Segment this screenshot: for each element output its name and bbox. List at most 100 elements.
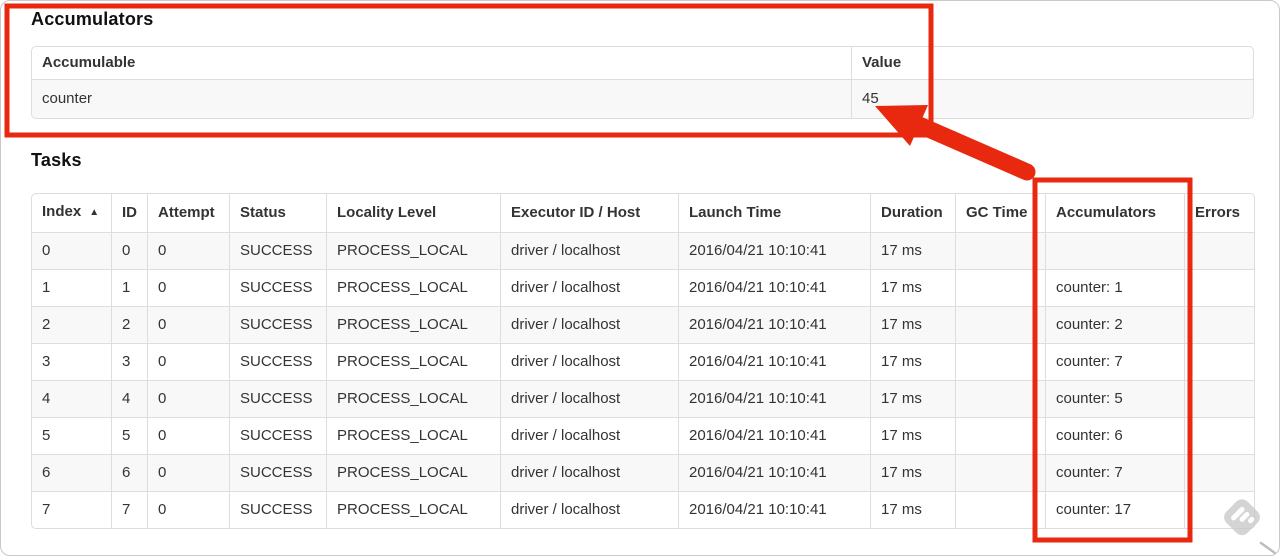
locality-cell: PROCESS_LOCAL bbox=[326, 417, 500, 454]
locality-cell: PROCESS_LOCAL bbox=[326, 306, 500, 343]
column-header-index-label: Index bbox=[42, 203, 82, 220]
duration-cell: 17 ms bbox=[870, 343, 955, 380]
accumulators-cell: counter: 17 bbox=[1045, 491, 1184, 528]
gc-time-cell bbox=[955, 380, 1045, 417]
accumulators-cell: counter: 7 bbox=[1045, 343, 1184, 380]
task-row: 6 6 0 SUCCESS PROCESS_LOCAL driver / loc… bbox=[32, 454, 1254, 491]
column-header-duration[interactable]: Duration bbox=[870, 194, 955, 232]
launch-time-cell: 2016/04/21 10:10:41 bbox=[678, 306, 870, 343]
task-row: 3 3 0 SUCCESS PROCESS_LOCAL driver / loc… bbox=[32, 343, 1254, 380]
attempt-cell: 0 bbox=[147, 306, 229, 343]
errors-cell bbox=[1184, 343, 1254, 380]
index-cell: 0 bbox=[32, 232, 111, 269]
spark-ui-stage-screenshot: Accumulators Accumulable Value counter 4… bbox=[0, 0, 1280, 556]
status-cell: SUCCESS bbox=[229, 417, 326, 454]
task-row: 4 4 0 SUCCESS PROCESS_LOCAL driver / loc… bbox=[32, 380, 1254, 417]
column-header-accumulators[interactable]: Accumulators bbox=[1045, 194, 1184, 232]
index-cell: 5 bbox=[32, 417, 111, 454]
launch-time-cell: 2016/04/21 10:10:41 bbox=[678, 232, 870, 269]
launch-time-cell: 2016/04/21 10:10:41 bbox=[678, 269, 870, 306]
column-header-value[interactable]: Value bbox=[851, 47, 1253, 79]
accumulable-name-cell: counter bbox=[32, 79, 851, 118]
locality-cell: PROCESS_LOCAL bbox=[326, 232, 500, 269]
accumulable-value-cell: 45 bbox=[851, 79, 1253, 118]
locality-cell: PROCESS_LOCAL bbox=[326, 269, 500, 306]
locality-cell: PROCESS_LOCAL bbox=[326, 454, 500, 491]
column-header-status[interactable]: Status bbox=[229, 194, 326, 232]
attempt-cell: 0 bbox=[147, 380, 229, 417]
status-cell: SUCCESS bbox=[229, 232, 326, 269]
tasks-header-row: Index ▲ ID Attempt Status Locality Level … bbox=[32, 194, 1254, 232]
accumulators-cell: counter: 1 bbox=[1045, 269, 1184, 306]
attempt-cell: 0 bbox=[147, 454, 229, 491]
index-cell: 6 bbox=[32, 454, 111, 491]
launch-time-cell: 2016/04/21 10:10:41 bbox=[678, 343, 870, 380]
duration-cell: 17 ms bbox=[870, 491, 955, 528]
task-row: 2 2 0 SUCCESS PROCESS_LOCAL driver / loc… bbox=[32, 306, 1254, 343]
index-cell: 7 bbox=[32, 491, 111, 528]
status-cell: SUCCESS bbox=[229, 491, 326, 528]
accumulators-table: Accumulable Value counter 45 bbox=[31, 46, 1254, 119]
duration-cell: 17 ms bbox=[870, 269, 955, 306]
locality-cell: PROCESS_LOCAL bbox=[326, 380, 500, 417]
locality-cell: PROCESS_LOCAL bbox=[326, 491, 500, 528]
duration-cell: 17 ms bbox=[870, 232, 955, 269]
duration-cell: 17 ms bbox=[870, 454, 955, 491]
status-cell: SUCCESS bbox=[229, 454, 326, 491]
column-header-errors[interactable]: Errors bbox=[1184, 194, 1254, 232]
executor-cell: driver / localhost bbox=[500, 491, 678, 528]
column-header-attempt[interactable]: Attempt bbox=[147, 194, 229, 232]
executor-cell: driver / localhost bbox=[500, 454, 678, 491]
accumulators-heading: Accumulators bbox=[31, 9, 154, 29]
column-header-accumulable[interactable]: Accumulable bbox=[32, 47, 851, 79]
gc-time-cell bbox=[955, 269, 1045, 306]
executor-cell: driver / localhost bbox=[500, 269, 678, 306]
executor-cell: driver / localhost bbox=[500, 232, 678, 269]
column-header-executor-id-host[interactable]: Executor ID / Host bbox=[500, 194, 678, 232]
duration-cell: 17 ms bbox=[870, 417, 955, 454]
gc-time-cell bbox=[955, 417, 1045, 454]
task-row: 5 5 0 SUCCESS PROCESS_LOCAL driver / loc… bbox=[32, 417, 1254, 454]
attempt-cell: 0 bbox=[147, 269, 229, 306]
launch-time-cell: 2016/04/21 10:10:41 bbox=[678, 454, 870, 491]
attempt-cell: 0 bbox=[147, 417, 229, 454]
errors-cell bbox=[1184, 269, 1254, 306]
executor-cell: driver / localhost bbox=[500, 306, 678, 343]
accumulator-row: counter 45 bbox=[32, 79, 1253, 118]
status-cell: SUCCESS bbox=[229, 306, 326, 343]
id-cell: 7 bbox=[111, 491, 147, 528]
id-cell: 3 bbox=[111, 343, 147, 380]
status-cell: SUCCESS bbox=[229, 269, 326, 306]
launch-time-cell: 2016/04/21 10:10:41 bbox=[678, 491, 870, 528]
sort-ascending-icon: ▲ bbox=[89, 207, 100, 218]
errors-cell bbox=[1184, 417, 1254, 454]
task-row: 0 0 0 SUCCESS PROCESS_LOCAL driver / loc… bbox=[32, 232, 1254, 269]
executor-cell: driver / localhost bbox=[500, 417, 678, 454]
duration-cell: 17 ms bbox=[870, 380, 955, 417]
gc-time-cell bbox=[955, 232, 1045, 269]
gc-time-cell bbox=[955, 306, 1045, 343]
tasks-table: Index ▲ ID Attempt Status Locality Level … bbox=[31, 193, 1255, 529]
status-cell: SUCCESS bbox=[229, 380, 326, 417]
column-header-gc-time[interactable]: GC Time bbox=[955, 194, 1045, 232]
id-cell: 5 bbox=[111, 417, 147, 454]
accumulators-cell bbox=[1045, 232, 1184, 269]
index-cell: 3 bbox=[32, 343, 111, 380]
errors-cell bbox=[1184, 454, 1254, 491]
corner-resize-tick bbox=[1259, 541, 1279, 555]
tasks-heading: Tasks bbox=[31, 150, 82, 170]
launch-time-cell: 2016/04/21 10:10:41 bbox=[678, 380, 870, 417]
locality-cell: PROCESS_LOCAL bbox=[326, 343, 500, 380]
id-cell: 4 bbox=[111, 380, 147, 417]
accumulators-cell: counter: 5 bbox=[1045, 380, 1184, 417]
column-header-id[interactable]: ID bbox=[111, 194, 147, 232]
task-row: 7 7 0 SUCCESS PROCESS_LOCAL driver / loc… bbox=[32, 491, 1254, 528]
id-cell: 6 bbox=[111, 454, 147, 491]
column-header-locality-level[interactable]: Locality Level bbox=[326, 194, 500, 232]
column-header-index[interactable]: Index ▲ bbox=[32, 194, 111, 232]
id-cell: 2 bbox=[111, 306, 147, 343]
annotation-arrow-shaft bbox=[908, 115, 1036, 181]
launch-time-cell: 2016/04/21 10:10:41 bbox=[678, 417, 870, 454]
column-header-launch-time[interactable]: Launch Time bbox=[678, 194, 870, 232]
executor-cell: driver / localhost bbox=[500, 380, 678, 417]
